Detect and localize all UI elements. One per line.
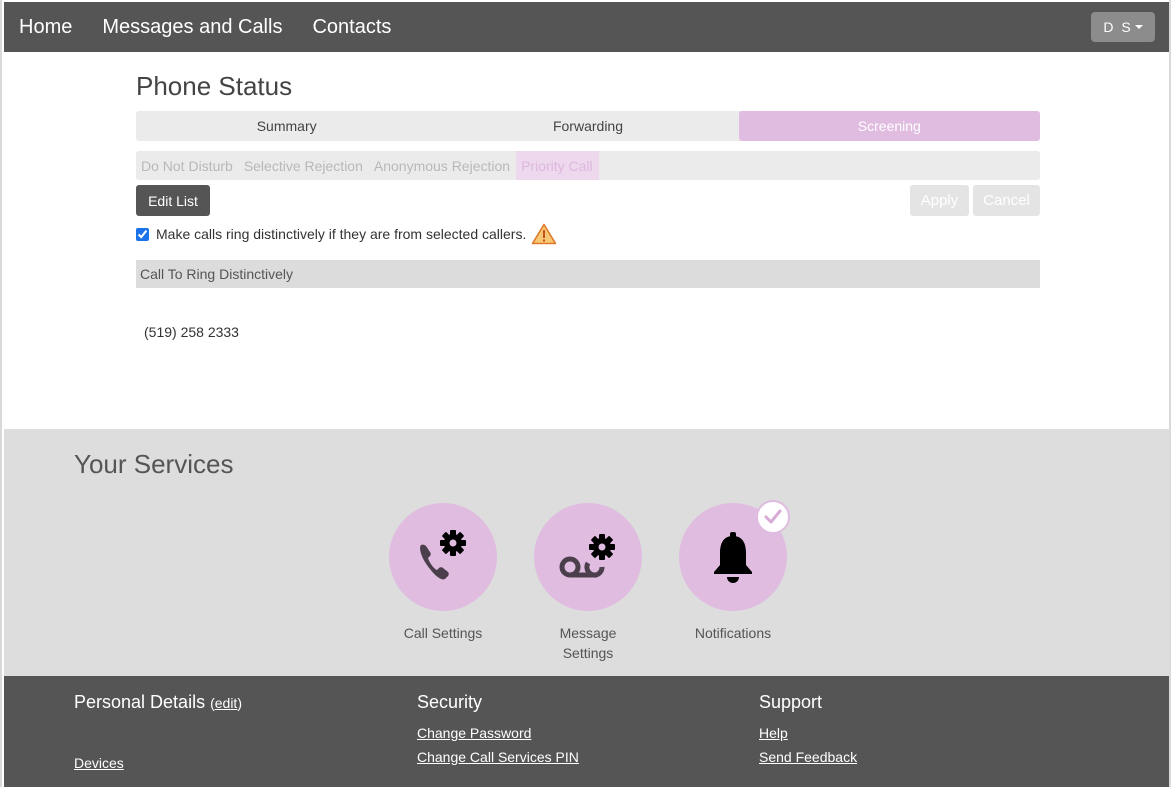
nav-home[interactable]: Home bbox=[19, 16, 72, 39]
tab-screening[interactable]: Screening bbox=[738, 111, 1040, 141]
services-section: Your Services Call Settings Message Sett… bbox=[4, 429, 1169, 676]
user-initials: D S bbox=[1103, 19, 1133, 35]
footer: Personal Details (edit) Devices Security… bbox=[4, 676, 1169, 787]
nav-contacts[interactable]: Contacts bbox=[312, 16, 391, 39]
nav-messages-and-calls[interactable]: Messages and Calls bbox=[102, 16, 282, 39]
tab-forwarding[interactable]: Forwarding bbox=[437, 111, 738, 141]
phone-gear-icon bbox=[420, 530, 466, 580]
service-circle bbox=[389, 503, 497, 611]
send-feedback-link[interactable]: Send Feedback bbox=[759, 749, 857, 765]
distinctive-ring-checkbox[interactable] bbox=[136, 227, 149, 241]
service-label: Call Settings bbox=[403, 625, 483, 641]
change-password-link[interactable]: Change Password bbox=[417, 725, 579, 741]
footer-support: Support Help Send Feedback bbox=[759, 692, 857, 765]
screening-subtabs: Do Not Disturb Selective Rejection Anony… bbox=[136, 151, 1040, 180]
bell-icon bbox=[714, 532, 752, 583]
footer-security: Security Change Password Change Call Ser… bbox=[417, 692, 579, 765]
security-title: Security bbox=[417, 692, 483, 712]
edit-personal-details-link[interactable]: edit bbox=[215, 695, 238, 711]
service-circle bbox=[534, 503, 642, 611]
voicemail-gear-icon bbox=[559, 534, 615, 578]
user-menu-button[interactable]: D S bbox=[1091, 12, 1155, 42]
subtab-selective-rejection[interactable]: Selective Rejection bbox=[239, 151, 369, 180]
enabled-check-icon bbox=[756, 500, 790, 534]
subtab-priority-call[interactable]: Priority Call bbox=[516, 151, 599, 180]
footer-heading: Personal Details (edit) bbox=[74, 692, 242, 712]
service-label: Notifications bbox=[694, 625, 772, 641]
subtab-do-not-disturb[interactable]: Do Not Disturb bbox=[136, 151, 239, 180]
personal-details-title: Personal Details bbox=[74, 692, 206, 712]
distinctive-ring-row: Make calls ring distinctively if they ar… bbox=[136, 223, 557, 245]
service-circle bbox=[679, 500, 790, 611]
tab-summary[interactable]: Summary bbox=[136, 111, 437, 141]
services-title: Your Services bbox=[74, 449, 234, 479]
service-notifications[interactable]: Notifications bbox=[673, 500, 793, 643]
top-nav: Home Messages and Calls Contacts D S bbox=[4, 2, 1169, 52]
page-title: Phone Status bbox=[136, 71, 293, 101]
change-pin-link[interactable]: Change Call Services PIN bbox=[417, 749, 579, 765]
list-header: Call To Ring Distinctively bbox=[136, 260, 1040, 288]
devices-link[interactable]: Devices bbox=[74, 755, 242, 771]
footer-personal-details: Personal Details (edit) Devices bbox=[74, 692, 242, 771]
service-message-settings[interactable]: Message Settings bbox=[528, 503, 648, 663]
help-link[interactable]: Help bbox=[759, 725, 857, 741]
apply-button[interactable]: Apply bbox=[910, 185, 969, 216]
service-label: Message Settings bbox=[559, 625, 617, 661]
main-tabs: Summary Forwarding Screening bbox=[136, 111, 1040, 141]
caret-down-icon bbox=[1134, 25, 1143, 29]
service-call-settings[interactable]: Call Settings bbox=[383, 503, 503, 643]
cancel-button[interactable]: Cancel bbox=[973, 185, 1040, 216]
support-title: Support bbox=[759, 692, 823, 712]
warning-icon bbox=[532, 223, 557, 245]
subtab-anonymous-rejection[interactable]: Anonymous Rejection bbox=[369, 151, 516, 180]
list-item: (519) 258 2333 bbox=[144, 324, 239, 340]
edit-list-button[interactable]: Edit List bbox=[136, 185, 210, 216]
distinctive-ring-label: Make calls ring distinctively if they ar… bbox=[156, 226, 527, 242]
